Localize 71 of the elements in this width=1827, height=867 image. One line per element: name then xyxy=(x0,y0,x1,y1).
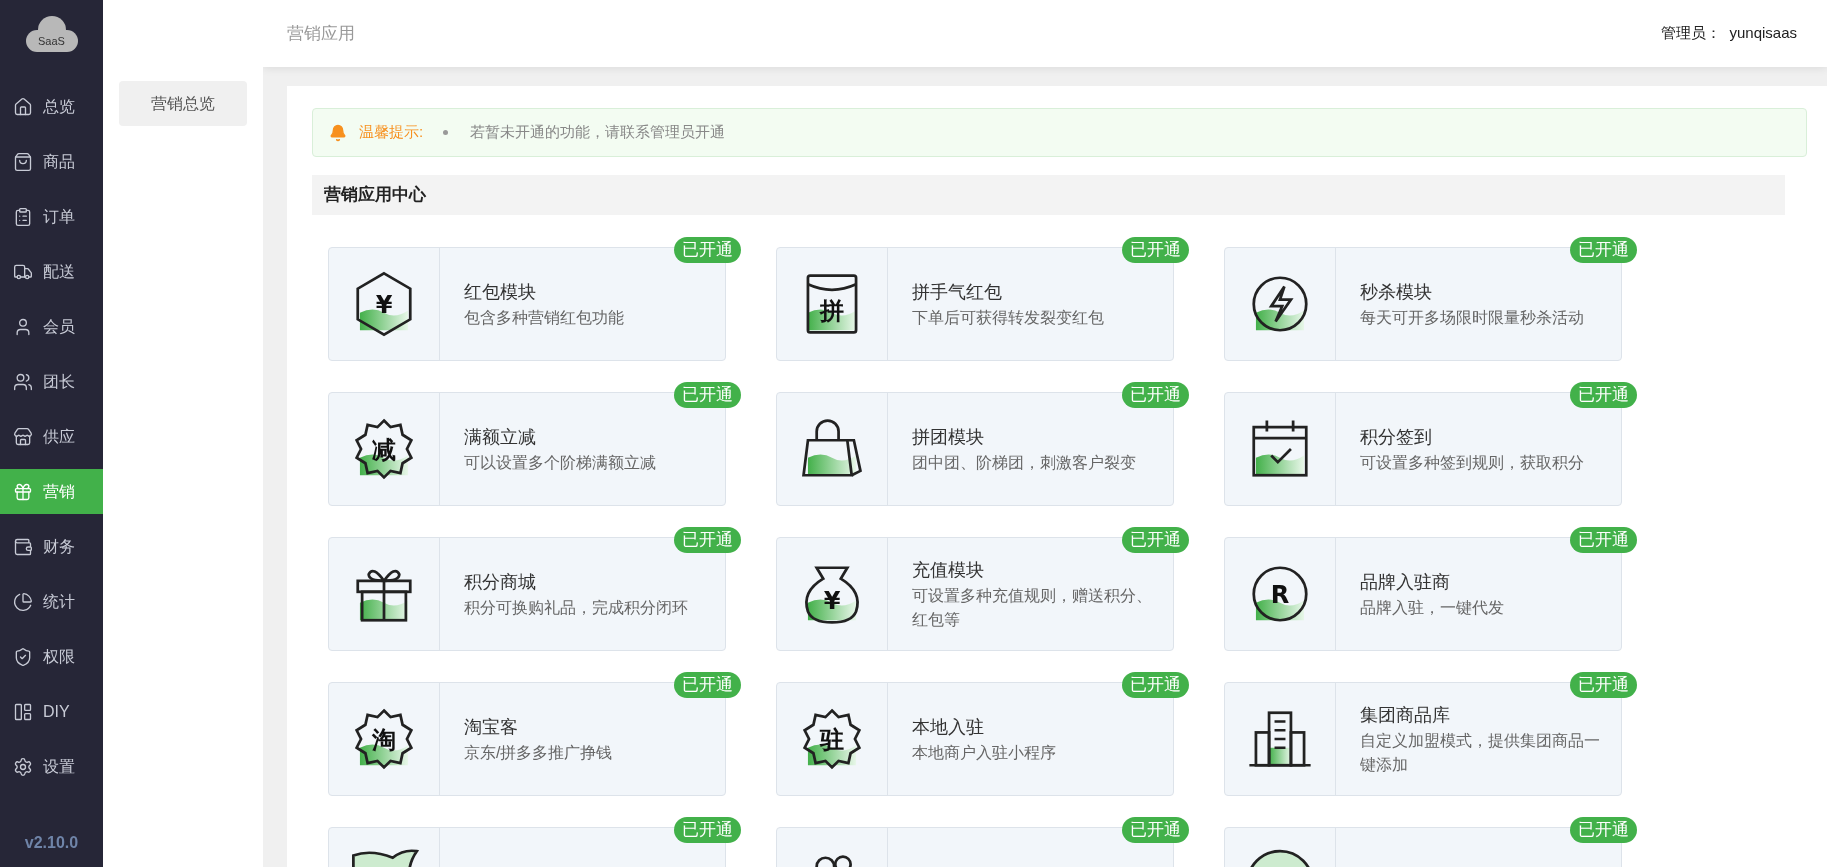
status-badge: 已开通 xyxy=(674,382,741,408)
module-description: 下单后可获得转发裂变红包 xyxy=(912,307,1104,328)
module-title: 拼团模块 xyxy=(912,425,985,449)
module-description: 品牌入驻，一键代发 xyxy=(1360,597,1504,618)
sidebar-item[interactable]: 财务 xyxy=(0,524,103,569)
module-title: 满额立减 xyxy=(464,425,537,449)
status-badge: 已开通 xyxy=(1122,527,1189,553)
version-label: v2.10.0 xyxy=(23,833,80,853)
sidebar-item[interactable]: 订单 xyxy=(0,194,103,239)
nav-icon xyxy=(13,481,33,502)
status-badge: 已开通 xyxy=(1570,817,1637,843)
sidebar-item[interactable]: 统计 xyxy=(0,579,103,624)
module-description: 可设置多种签到规则，获取积分 xyxy=(1360,452,1584,473)
nav-icon xyxy=(13,151,33,172)
nav-icon xyxy=(13,591,33,612)
sidebar-item[interactable]: 总览 xyxy=(0,84,103,129)
admin-name: yunqisaas xyxy=(1729,23,1797,44)
section-title: 营销应用中心 xyxy=(324,184,426,207)
status-badge: 已开通 xyxy=(1570,527,1637,553)
status-badge: 已开通 xyxy=(1570,672,1637,698)
sidebar-item[interactable]: 会员 xyxy=(0,304,103,349)
status-badge: 已开通 xyxy=(1122,382,1189,408)
module-title: 积分签到 xyxy=(1360,425,1433,449)
status-badge: 已开通 xyxy=(674,672,741,698)
status-badge: 已开通 xyxy=(674,237,741,263)
status-badge: 已开通 xyxy=(1570,237,1637,263)
status-badge: 已开通 xyxy=(1122,817,1189,843)
status-badge: 已开通 xyxy=(1122,237,1189,263)
module-title: 红包模块 xyxy=(464,280,537,304)
page-title: 营销应用 xyxy=(287,22,355,45)
bell-icon xyxy=(329,123,347,142)
sidebar-item[interactable]: DIY xyxy=(0,689,103,734)
nav-icon xyxy=(13,206,33,227)
module-title: 拼手气红包 xyxy=(912,280,1003,304)
module-title: 充值模块 xyxy=(912,558,985,582)
module-description: 自定义加盟模式，提供集团商品一键添加 xyxy=(1360,730,1601,775)
notice-text: 若暂未开通的功能，请联系管理员开通 xyxy=(470,122,726,143)
status-badge: 已开通 xyxy=(674,527,741,553)
sidebar-item[interactable]: 商品 xyxy=(0,139,103,184)
module-description: 京东/拼多多推广挣钱 xyxy=(464,742,613,763)
notice-title: 温馨提示: xyxy=(359,122,424,143)
module-description: 可设置多种充值规则，赠送积分、红包等 xyxy=(912,585,1153,630)
nav-icon xyxy=(13,756,33,777)
nav-icon xyxy=(13,646,33,667)
sidebar-item[interactable]: 设置 xyxy=(0,744,103,789)
module-description: 积分可换购礼品，完成积分闭环 xyxy=(464,597,688,618)
module-description: 本地商户入驻小程序 xyxy=(912,742,1056,763)
status-badge: 已开通 xyxy=(674,817,741,843)
nav-icon xyxy=(13,536,33,557)
module-title: 品牌入驻商 xyxy=(1360,570,1451,594)
status-badge: 已开通 xyxy=(1122,672,1189,698)
module-description: 团中团、阶梯团，刺激客户裂变 xyxy=(912,452,1136,473)
module-title: 积分商城 xyxy=(464,570,537,594)
module-title: 本地入驻 xyxy=(912,715,985,739)
nav-icon xyxy=(13,426,33,447)
nav-icon xyxy=(13,701,33,722)
nav-icon xyxy=(13,96,33,117)
admin-label: 管理员： xyxy=(1661,23,1722,44)
module-title: 集团商品库 xyxy=(1360,703,1451,727)
sidebar-item[interactable]: 配送 xyxy=(0,249,103,294)
status-badge: 已开通 xyxy=(1570,382,1637,408)
module-description: 包含多种营销红包功能 xyxy=(464,307,624,328)
nav-icon xyxy=(13,371,33,392)
submenu-item[interactable]: 营销总览 xyxy=(119,81,247,126)
sidebar-item[interactable]: 权限 xyxy=(0,634,103,679)
sidebar-item[interactable]: 团长 xyxy=(0,359,103,404)
module-description: 可以设置多个阶梯满额立减 xyxy=(464,452,656,473)
sidebar-item[interactable]: 供应 xyxy=(0,414,103,459)
module-title: 淘宝客 xyxy=(464,715,519,739)
module-description: 每天可开多场限时限量秒杀活动 xyxy=(1360,307,1584,328)
module-title: 秒杀模块 xyxy=(1360,280,1433,304)
